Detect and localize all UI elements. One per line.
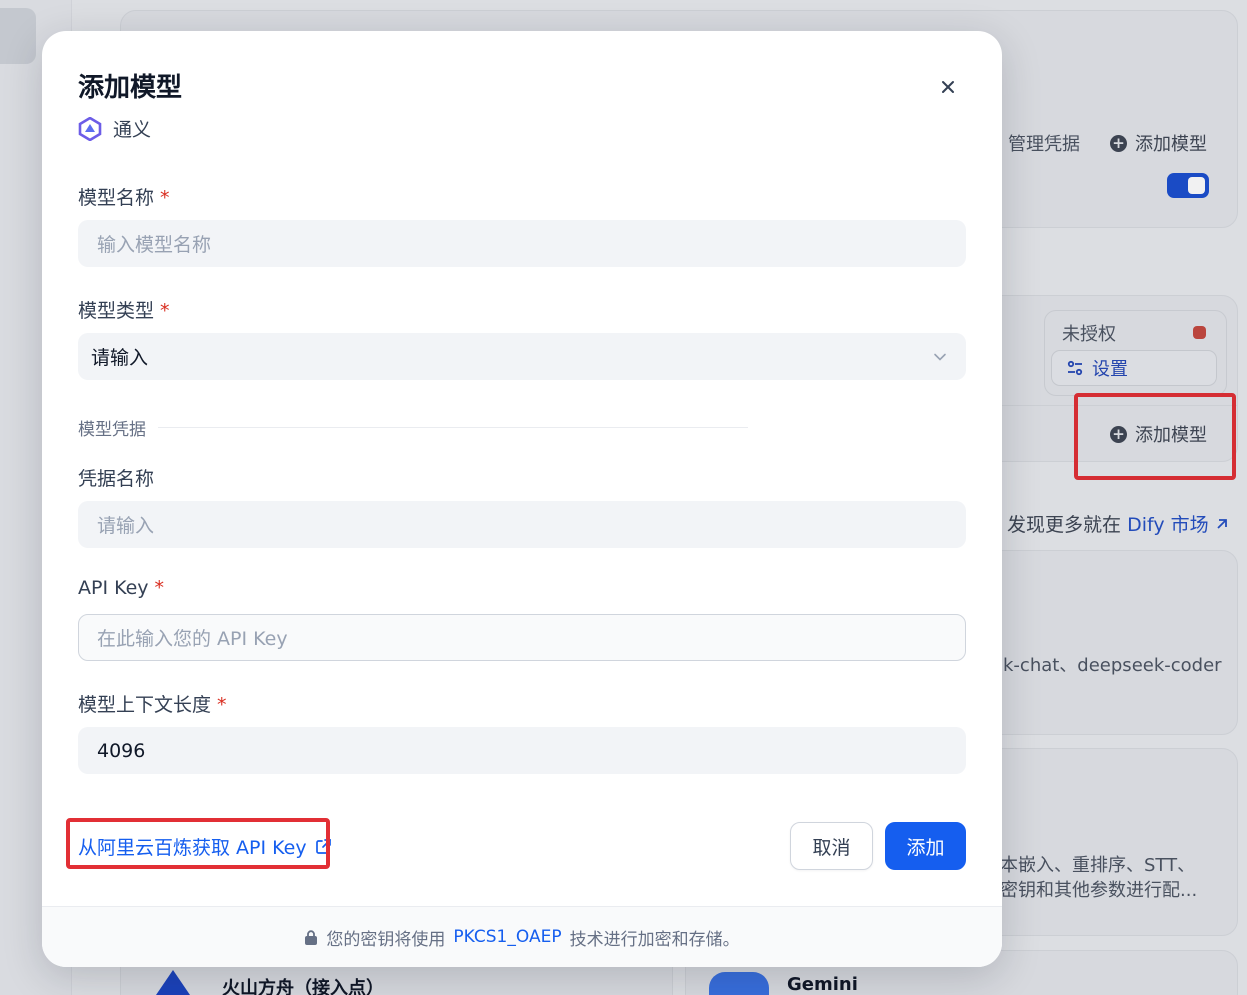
- model-name-input[interactable]: 输入模型名称: [78, 220, 966, 267]
- dialog-title: 添加模型: [78, 73, 183, 103]
- credential-name-label-text: 凭据名称: [78, 468, 155, 490]
- credentials-section-header: 模型凭据: [78, 415, 748, 440]
- provider-row: 通义: [78, 115, 151, 142]
- context-length-label: 模型上下文长度 *: [78, 690, 227, 717]
- api-key-placeholder: 在此输入您的 API Key: [97, 628, 288, 650]
- cancel-button[interactable]: 取消: [790, 822, 873, 870]
- close-button[interactable]: [932, 71, 964, 103]
- credential-name-label: 凭据名称: [78, 464, 154, 491]
- model-type-label: 模型类型 *: [78, 296, 170, 323]
- tongyi-logo-icon: [78, 116, 102, 141]
- required-mark: *: [217, 694, 227, 716]
- add-model-dialog: 添加模型 通义 模型名称 * 输入模型名称 模型类型 * 请输入 模型凭据 凭据名称…: [42, 31, 1002, 967]
- encryption-notice: 您的密钥将使用 PKCS1_OAEP 技术进行加密和存储。: [42, 906, 1002, 967]
- model-type-label-text: 模型类型: [78, 300, 155, 322]
- required-mark: *: [154, 577, 165, 599]
- add-button[interactable]: 添加: [885, 822, 966, 870]
- model-type-value: 请输入: [91, 347, 149, 369]
- section-divider: [158, 427, 748, 428]
- close-icon: [942, 81, 954, 93]
- api-key-label: API Key *: [78, 577, 164, 599]
- context-length-input[interactable]: 4096: [78, 727, 966, 774]
- model-name-placeholder: 输入模型名称: [97, 234, 212, 256]
- required-mark: *: [160, 187, 170, 209]
- footer-algorithm-link[interactable]: PKCS1_OAEP: [453, 927, 561, 947]
- model-name-label: 模型名称 *: [78, 183, 170, 210]
- credential-name-input[interactable]: 请输入: [78, 501, 966, 548]
- api-key-input[interactable]: 在此输入您的 API Key: [78, 614, 966, 661]
- provider-name: 通义: [113, 119, 152, 141]
- context-length-value: 4096: [97, 739, 146, 762]
- credentials-section-title: 模型凭据: [78, 420, 146, 440]
- credential-name-placeholder: 请输入: [97, 515, 155, 537]
- model-type-select[interactable]: 请输入: [78, 333, 966, 380]
- footer-suffix: 技术进行加密和存储。: [569, 929, 740, 950]
- lock-icon: [305, 929, 318, 945]
- chevron-down-icon: [934, 353, 946, 361]
- model-name-label-text: 模型名称: [78, 187, 155, 209]
- footer-prefix: 您的密钥将使用: [326, 929, 446, 950]
- context-length-label-text: 模型上下文长度: [78, 694, 212, 716]
- api-key-label-text: API Key: [78, 577, 149, 599]
- required-mark: *: [160, 300, 170, 322]
- highlight-api-key-link: [66, 818, 330, 869]
